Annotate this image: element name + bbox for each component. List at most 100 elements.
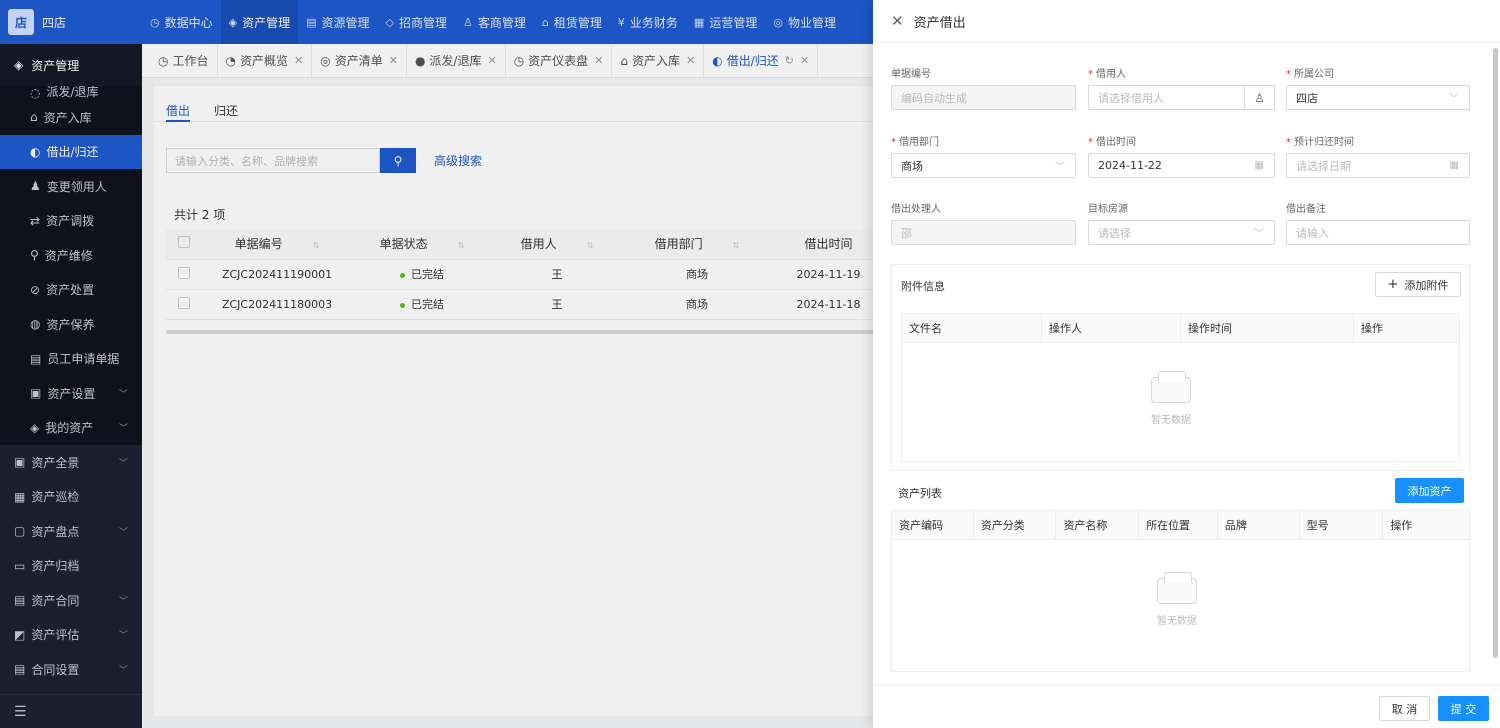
doc-no-link[interactable]: ZCJC202411180003 bbox=[202, 289, 352, 320]
topnav-item-2[interactable]: ▤ 资源管理 bbox=[298, 0, 377, 44]
add-asset-button[interactable]: 添加资产 bbox=[1395, 478, 1464, 503]
nav-icon: ◈ bbox=[228, 15, 238, 29]
tab-4[interactable]: ◷ 资产仪表盘 ✕ bbox=[506, 44, 613, 77]
column-header-dept[interactable]: 借用部门 ⇅ bbox=[622, 229, 772, 260]
topnav-item-4[interactable]: ♙ 客商管理 bbox=[455, 0, 534, 44]
record-table: 单据编号 ⇅ 单据状态 ⇅ 借用人 ⇅ 借用部门 ⇅ 借出时间 ZCJC20241119… bbox=[166, 229, 885, 320]
close-icon[interactable]: ✕ bbox=[891, 12, 904, 30]
sidebar-item-1[interactable]: ⌂ 资产入库 bbox=[0, 100, 142, 135]
refresh-icon[interactable]: ↻ bbox=[785, 54, 794, 67]
advanced-search-link[interactable]: 高级搜索 bbox=[434, 152, 482, 169]
sidebar-item-2[interactable]: ◐ 借出/归还 bbox=[0, 134, 142, 169]
row-checkbox[interactable] bbox=[166, 259, 202, 290]
tab-1[interactable]: ◔ 资产概览 ✕ bbox=[218, 44, 313, 77]
doc-no-field: 编码自动生成 bbox=[891, 85, 1076, 110]
sidebar-top-item-5[interactable]: ◩ 资产评估 ﹀ bbox=[0, 618, 142, 653]
search-row: 请输入分类、名称、品牌搜索 ⚲ 高级搜索 bbox=[166, 148, 482, 173]
drawer-scrollbar[interactable] bbox=[1493, 48, 1498, 658]
sidebar-item-4[interactable]: ⇄ 资产调拨 bbox=[0, 204, 142, 239]
sidebar-top-items: ▣ 资产全景 ﹀ ▦ 资产巡检 ▢ 资产盘点 ﹀ ▭ 资产归档 ▤ 资产合同 ﹀ ◩ 资产评估 ﹀ ▤ 合同设置 ﹀ bbox=[0, 445, 142, 687]
close-icon[interactable]: ✕ bbox=[389, 54, 398, 67]
subtab-return[interactable]: 归还 bbox=[214, 94, 238, 122]
collapse-icon: ☰ bbox=[14, 703, 27, 720]
topnav-item-1[interactable]: ◈ 资产管理 bbox=[220, 0, 299, 44]
select-all-checkbox[interactable] bbox=[166, 229, 202, 260]
topnav-item-8[interactable]: ◎ 物业管理 bbox=[765, 0, 844, 44]
checkbox[interactable] bbox=[178, 296, 190, 309]
horizontal-scrollbar[interactable] bbox=[166, 330, 885, 334]
topnav-item-5[interactable]: ⌂ 租赁管理 bbox=[534, 0, 610, 44]
logo[interactable]: 店 四店 bbox=[0, 0, 142, 44]
sidebar-top-item-4[interactable]: ▤ 资产合同 ﹀ bbox=[0, 583, 142, 618]
dept-value: 商场 bbox=[901, 159, 923, 173]
close-icon[interactable]: ✕ bbox=[800, 54, 809, 67]
collapse-menu-button[interactable]: ☰ bbox=[0, 694, 142, 728]
calendar-icon: ▦ bbox=[1449, 160, 1459, 171]
company-select[interactable]: 四店 ﹀ bbox=[1286, 85, 1470, 110]
table-row[interactable]: ZCJC202411180003 已完结 王商场 2024-11-18 bbox=[166, 289, 885, 320]
tab-6[interactable]: ◐ 借出/归还 ↻ ✕ bbox=[704, 44, 819, 77]
column-header-doc-no[interactable]: 单据编号 ⇅ bbox=[202, 229, 352, 260]
column-header-status[interactable]: 单据状态 ⇅ bbox=[352, 229, 492, 260]
sidebar-top-item-0[interactable]: ▣ 资产全景 ﹀ bbox=[0, 445, 142, 480]
add-attachment-button[interactable]: + 添加附件 bbox=[1375, 272, 1461, 297]
sidebar-group-asset-management[interactable]: ◈ 资产管理 bbox=[0, 44, 142, 86]
sidebar-item-label: 员工申请单据 bbox=[47, 352, 120, 367]
select-borrower-button[interactable]: ♙ bbox=[1244, 86, 1274, 109]
sidebar-top-item-2[interactable]: ▢ 资产盘点 ﹀ bbox=[0, 514, 142, 549]
sidebar-item-6[interactable]: ⊘ 资产处置 bbox=[0, 273, 142, 308]
sidebar-item-9[interactable]: ▣ 资产设置 ﹀ bbox=[0, 376, 142, 411]
sidebar-item-0[interactable]: ◌ 派发/退库 bbox=[0, 86, 142, 100]
drawer-header: ✕ 资产借出 bbox=[873, 0, 1500, 43]
search-input[interactable]: 请输入分类、名称、品牌搜索 bbox=[166, 148, 380, 173]
checkbox[interactable] bbox=[178, 266, 190, 279]
remark-input[interactable]: 请输入 bbox=[1286, 220, 1470, 245]
column-header-lend-time[interactable]: 借出时间 bbox=[772, 229, 885, 260]
sidebar-item-5[interactable]: ⚲ 资产维修 bbox=[0, 238, 142, 273]
asset-column-header-4: 品牌 bbox=[1218, 511, 1300, 539]
main-content: 借出 归还 请输入分类、名称、品牌搜索 ⚲ 高级搜索 共计 2 项 单据编号 ⇅ … bbox=[142, 78, 885, 728]
sidebar-item-10[interactable]: ◈ 我的资产 ﹀ bbox=[0, 411, 142, 446]
sidebar-top-item-1[interactable]: ▦ 资产巡检 bbox=[0, 480, 142, 515]
dept-select[interactable]: 商场 ﹀ bbox=[891, 153, 1076, 178]
cancel-button[interactable]: 取 消 bbox=[1379, 696, 1430, 721]
dept-label: * 借用部门 bbox=[891, 137, 939, 148]
tab-2[interactable]: ◎ 资产清单 ✕ bbox=[312, 44, 407, 77]
topnav-item-6[interactable]: ¥ 业务财务 bbox=[610, 0, 686, 44]
row-checkbox[interactable] bbox=[166, 289, 202, 320]
close-icon[interactable]: ✕ bbox=[686, 54, 695, 67]
topnav-item-7[interactable]: ▦ 运营管理 bbox=[686, 0, 765, 44]
tab-0[interactable]: ◷ 工作台 bbox=[150, 44, 218, 77]
sidebar-item-8[interactable]: ▤ 员工申请单据 bbox=[0, 342, 142, 377]
borrower-field[interactable]: 请选择借用人 ♙ bbox=[1088, 85, 1275, 110]
sidebar-item-3[interactable]: ♟ 变更领用人 bbox=[0, 169, 142, 204]
doc-no-link[interactable]: ZCJC202411190001 bbox=[202, 259, 352, 290]
search-button[interactable]: ⚲ bbox=[380, 148, 416, 173]
company-value: 四店 bbox=[1296, 91, 1318, 105]
status-cell: 已完结 bbox=[352, 259, 492, 290]
return-time-picker[interactable]: 请选择日期 ▦ bbox=[1286, 153, 1470, 178]
tab-3[interactable]: ● 派发/退库 ✕ bbox=[407, 44, 506, 77]
sidebar-top-item-6[interactable]: ▤ 合同设置 ﹀ bbox=[0, 652, 142, 687]
submit-button[interactable]: 提 交 bbox=[1438, 696, 1489, 721]
sidebar-item-label: 资产评估 bbox=[31, 628, 80, 643]
close-icon[interactable]: ✕ bbox=[594, 54, 603, 67]
tab-icon: ◷ bbox=[158, 53, 169, 68]
target-select[interactable]: 请选择 ﹀ bbox=[1088, 220, 1275, 245]
table-row[interactable]: ZCJC202411190001 已完结 王商场 2024-11-19 bbox=[166, 259, 885, 290]
chevron-down-icon: ﹀ bbox=[118, 665, 128, 676]
status-cell: 已完结 bbox=[352, 289, 492, 320]
close-icon[interactable]: ✕ bbox=[294, 54, 303, 67]
tab-5[interactable]: ⌂ 资产入库 ✕ bbox=[612, 44, 705, 77]
close-icon[interactable]: ✕ bbox=[487, 54, 496, 67]
topnav-item-0[interactable]: ◷ 数据中心 bbox=[142, 0, 221, 44]
sidebar-item-7[interactable]: ◍ 资产保养 bbox=[0, 307, 142, 342]
subtab-lend[interactable]: 借出 bbox=[166, 94, 191, 122]
column-header-borrower[interactable]: 借用人 ⇅ bbox=[492, 229, 622, 260]
sidebar-top-item-3[interactable]: ▭ 资产归档 bbox=[0, 549, 142, 584]
topnav-item-3[interactable]: ◇ 招商管理 bbox=[378, 0, 455, 44]
lend-time-label: * 借出时间 bbox=[1088, 137, 1136, 148]
lend-time-picker[interactable]: 2024-11-22 ▦ bbox=[1088, 153, 1275, 178]
chevron-down-icon: ﹀ bbox=[118, 389, 128, 400]
drawer-footer: 取 消 提 交 bbox=[873, 684, 1500, 728]
